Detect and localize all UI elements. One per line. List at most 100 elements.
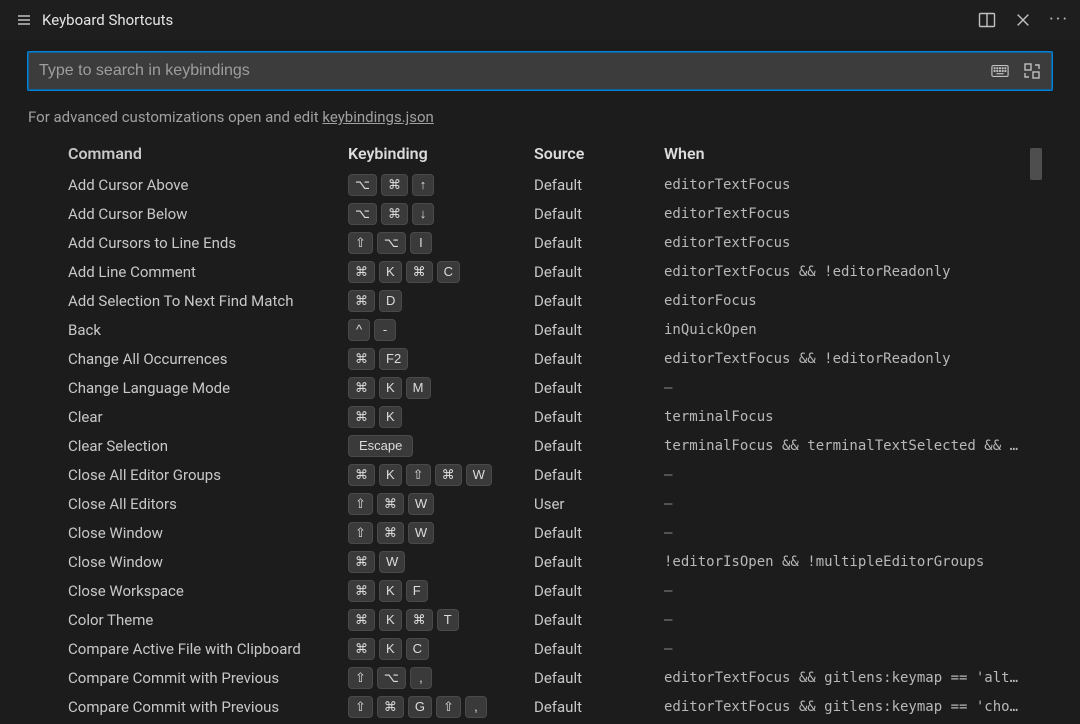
header-source[interactable]: Source xyxy=(534,144,664,163)
command-cell: Compare Active File with Clipboard xyxy=(68,640,348,658)
table-row[interactable]: Add Cursors to Line Ends⇧⌥IDefaulteditor… xyxy=(28,228,1052,257)
scrollbar-track[interactable] xyxy=(1030,148,1042,708)
keyboard-icon[interactable] xyxy=(991,62,1009,80)
key-cap: ⌘ xyxy=(348,638,375,660)
key-cap: ⇧ xyxy=(348,232,373,254)
table-row[interactable]: Close Window⌘WDefault!editorIsOpen && !m… xyxy=(28,547,1052,576)
more-actions-icon[interactable]: ··· xyxy=(1050,11,1068,29)
source-cell: User xyxy=(534,495,664,513)
table-row[interactable]: Back^-DefaultinQuickOpen xyxy=(28,315,1052,344)
table-row[interactable]: Close Workspace⌘KFDefault— xyxy=(28,576,1052,605)
table-row[interactable]: Add Cursor Below⌥⌘↓DefaulteditorTextFocu… xyxy=(28,199,1052,228)
scrollbar-thumb[interactable] xyxy=(1030,148,1042,180)
keybindings-table: Command Keybinding Source When Add Curso… xyxy=(0,136,1080,721)
key-cap: ⌘ xyxy=(348,377,375,399)
key-cap: M xyxy=(406,377,431,399)
command-cell: Add Selection To Next Find Match xyxy=(68,292,348,310)
source-cell: Default xyxy=(534,292,664,310)
key-cap: ⌘ xyxy=(406,261,433,283)
keybinding-cell: ⇧⌥, xyxy=(348,667,534,689)
key-cap: K xyxy=(379,377,402,399)
table-row[interactable]: Compare Commit with Previous⇧⌘G⇧,Default… xyxy=(28,692,1052,721)
keybinding-cell: ⌘F2 xyxy=(348,348,534,370)
key-cap: ⌥ xyxy=(377,232,406,254)
key-cap: K xyxy=(379,406,402,428)
when-cell: editorTextFocus xyxy=(664,177,1052,193)
key-cap: ⌘ xyxy=(348,551,375,573)
key-cap: ⌥ xyxy=(348,203,377,225)
table-row[interactable]: Close All Editors⇧⌘WUser— xyxy=(28,489,1052,518)
key-cap: K xyxy=(379,609,402,631)
close-icon[interactable] xyxy=(1014,11,1032,29)
when-cell: editorTextFocus && gitlens:keymap == 'al… xyxy=(664,670,1052,686)
active-tab[interactable]: Keyboard Shortcuts xyxy=(8,0,181,40)
table-row[interactable]: Add Cursor Above⌥⌘↑DefaulteditorTextFocu… xyxy=(28,170,1052,199)
key-cap: W xyxy=(466,464,492,486)
table-row[interactable]: Close All Editor Groups⌘K⇧⌘WDefault— xyxy=(28,460,1052,489)
command-cell: Add Line Comment xyxy=(68,263,348,281)
key-cap: W xyxy=(408,522,434,544)
command-cell: Color Theme xyxy=(68,611,348,629)
key-cap: ⌘ xyxy=(348,406,375,428)
search-input[interactable] xyxy=(39,62,981,80)
command-cell: Add Cursor Below xyxy=(68,205,348,223)
sort-icon[interactable] xyxy=(1023,62,1041,80)
table-row[interactable]: Close Window⇧⌘WDefault— xyxy=(28,518,1052,547)
table-row[interactable]: Change Language Mode⌘KMDefault— xyxy=(28,373,1052,402)
keybinding-cell: ⇧⌥I xyxy=(348,232,534,254)
header-when[interactable]: When xyxy=(664,144,1052,163)
key-cap: ⇧ xyxy=(406,464,431,486)
when-cell: — xyxy=(664,583,1052,599)
table-row[interactable]: Add Line Comment⌘K⌘CDefaulteditorTextFoc… xyxy=(28,257,1052,286)
table-row[interactable]: Color Theme⌘K⌘TDefault— xyxy=(28,605,1052,634)
keybinding-cell: ⇧⌘W xyxy=(348,522,534,544)
command-cell: Add Cursors to Line Ends xyxy=(68,234,348,252)
key-cap: ⌘ xyxy=(377,522,404,544)
key-cap: ⇧ xyxy=(348,696,373,718)
keybinding-cell: ⌘KF xyxy=(348,580,534,602)
source-cell: Default xyxy=(534,379,664,397)
search-row xyxy=(0,40,1080,94)
table-row[interactable]: Change All Occurrences⌘F2DefaulteditorTe… xyxy=(28,344,1052,373)
when-cell: inQuickOpen xyxy=(664,322,1052,338)
keybindings-json-link[interactable]: keybindings.json xyxy=(322,108,433,126)
table-row[interactable]: Clear⌘KDefaultterminalFocus xyxy=(28,402,1052,431)
table-row[interactable]: Compare Active File with Clipboard⌘KCDef… xyxy=(28,634,1052,663)
key-cap: ⌘ xyxy=(348,290,375,312)
when-cell: editorTextFocus && !editorReadonly xyxy=(664,351,1052,367)
key-cap: ⌥ xyxy=(377,667,406,689)
key-cap: ⇧ xyxy=(348,667,373,689)
tab-title: Keyboard Shortcuts xyxy=(42,11,173,29)
keybinding-cell: ⌘K xyxy=(348,406,534,428)
key-cap: ⇧ xyxy=(348,493,373,515)
table-row[interactable]: Compare Commit with Previous⇧⌥,Defaulted… xyxy=(28,663,1052,692)
split-editor-icon[interactable] xyxy=(978,11,996,29)
header-keybinding[interactable]: Keybinding xyxy=(348,144,534,163)
key-cap: K xyxy=(379,580,402,602)
source-cell: Default xyxy=(534,698,664,716)
keybinding-cell: ⌘K⌘C xyxy=(348,261,534,283)
key-cap: K xyxy=(379,261,402,283)
table-row[interactable]: Add Selection To Next Find Match⌘DDefaul… xyxy=(28,286,1052,315)
keybinding-cell: ⌘KM xyxy=(348,377,534,399)
key-cap: I xyxy=(410,232,432,254)
when-cell: terminalFocus xyxy=(664,409,1052,425)
key-cap: , xyxy=(410,667,432,689)
keybinding-cell: ⌘W xyxy=(348,551,534,573)
key-cap: ⇧ xyxy=(348,522,373,544)
when-cell: — xyxy=(664,467,1052,483)
hint-text: For advanced customizations open and edi… xyxy=(28,108,322,126)
table-row[interactable]: Clear SelectionEscapeDefaultterminalFocu… xyxy=(28,431,1052,460)
keybinding-cell: ⌘D xyxy=(348,290,534,312)
when-cell: — xyxy=(664,496,1052,512)
hint-line: For advanced customizations open and edi… xyxy=(0,94,1080,136)
key-cap: F2 xyxy=(379,348,408,370)
keybinding-cell: ⌥⌘↓ xyxy=(348,203,534,225)
header-command[interactable]: Command xyxy=(68,144,348,163)
when-cell: terminalFocus && terminalTextSelected &&… xyxy=(664,438,1052,454)
key-cap: ⌘ xyxy=(377,493,404,515)
search-box[interactable] xyxy=(28,52,1052,90)
when-cell: !editorIsOpen && !multipleEditorGroups xyxy=(664,554,1052,570)
when-cell: editorTextFocus xyxy=(664,235,1052,251)
keybinding-cell: ⇧⌘W xyxy=(348,493,534,515)
